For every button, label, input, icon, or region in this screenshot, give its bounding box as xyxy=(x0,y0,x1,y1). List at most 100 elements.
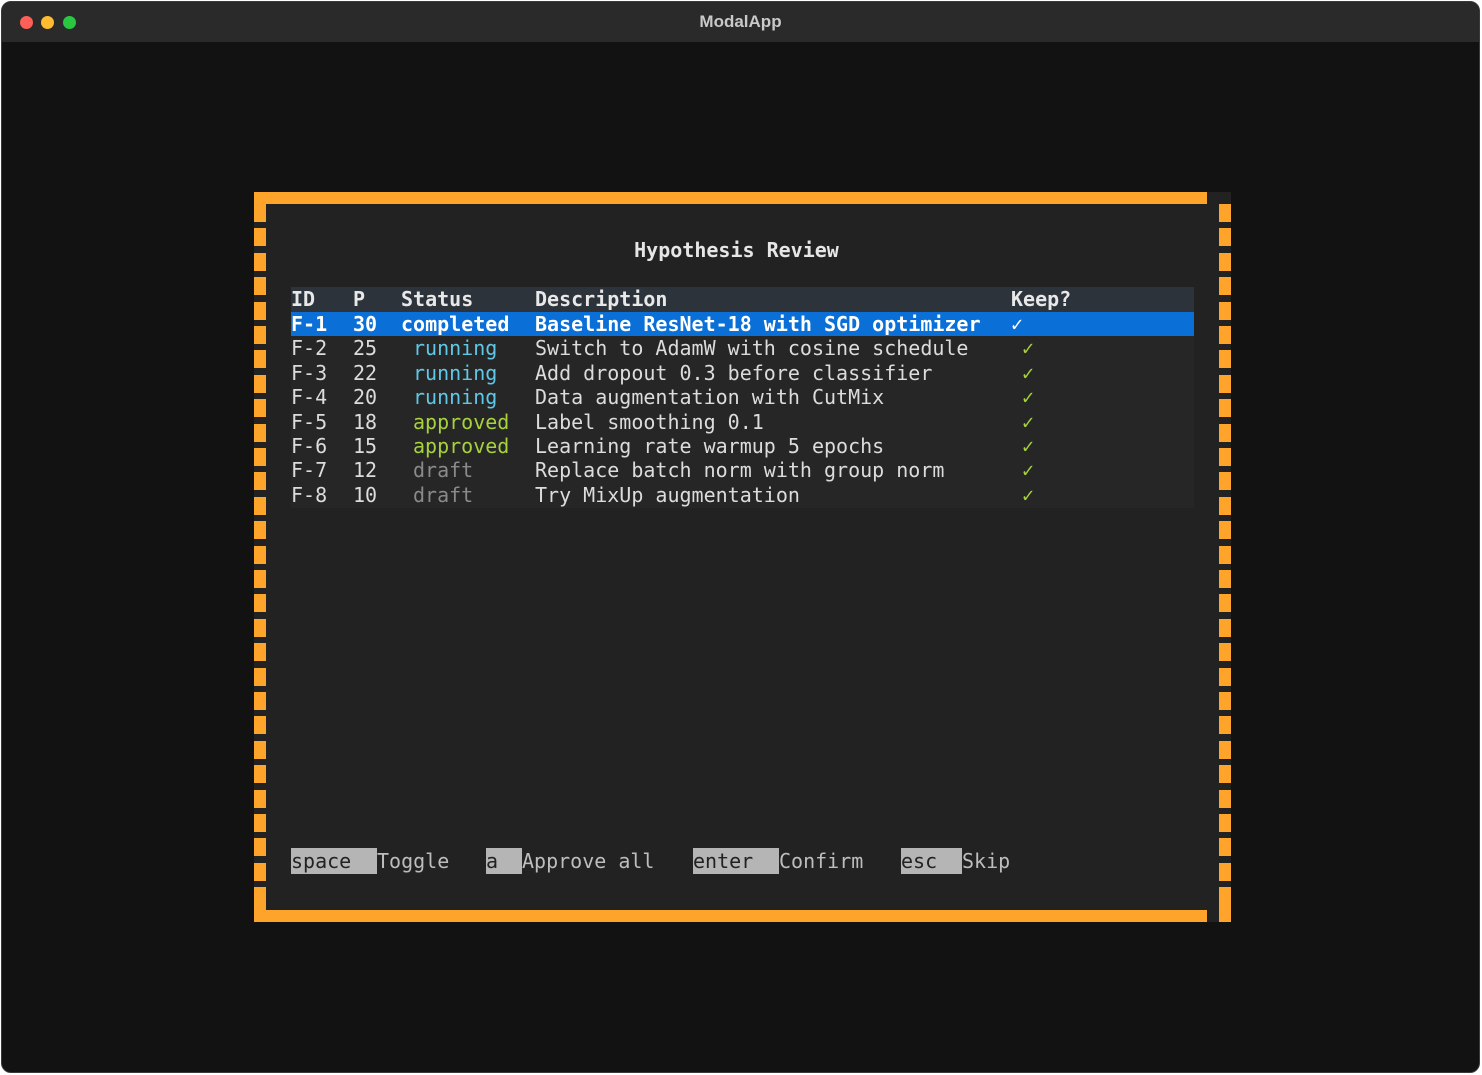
border-dash xyxy=(254,497,266,515)
modal-title: Hypothesis Review xyxy=(634,238,839,262)
row-id: F-6 xyxy=(291,434,328,458)
keybinding-label: Skip xyxy=(962,849,1011,873)
modal-border-top xyxy=(254,192,1207,204)
table-row[interactable]: F-1 30 completed Baseline ResNet-18 with SG… xyxy=(291,312,1194,336)
row-priority: 25 xyxy=(353,336,378,361)
border-dash xyxy=(254,399,266,417)
border-dash xyxy=(254,887,266,905)
border-dash xyxy=(1219,472,1231,490)
border-dash xyxy=(1219,277,1231,295)
border-dash xyxy=(254,741,266,759)
row-status: draft xyxy=(413,482,474,507)
table-row[interactable]: F-8 10 draft Try MixUp augmentation ✓ xyxy=(291,483,1194,507)
keep-checkbox[interactable]: ✓ xyxy=(1022,385,1034,409)
table-row[interactable]: F-4 20 running Data augmentation with CutMi… xyxy=(291,385,1194,409)
title-bar: ModalApp xyxy=(2,2,1479,42)
header-keep: Keep? xyxy=(1011,287,1072,311)
header-priority: P xyxy=(353,287,366,311)
border-dash xyxy=(254,424,266,442)
keycap-a[interactable]: a xyxy=(486,848,522,874)
hypothesis-table: ID P Status Description Keep? F-1 30 compl… xyxy=(291,287,1194,508)
row-description: Label smoothing 0.1 xyxy=(535,409,764,434)
keycap-esc[interactable]: esc xyxy=(901,848,962,874)
modal-border-bottom xyxy=(254,910,1207,922)
row-description: Baseline ResNet-18 with SGD optimizer xyxy=(535,312,981,336)
keep-checkbox[interactable]: ✓ xyxy=(1022,434,1034,458)
border-dash xyxy=(254,204,266,222)
border-dash xyxy=(254,570,266,588)
row-description: Data augmentation with CutMix xyxy=(535,385,885,410)
row-id: F-4 xyxy=(291,385,328,410)
table-row[interactable]: F-2 25 running Switch to AdamW with cosine … xyxy=(291,336,1194,360)
border-dash xyxy=(1219,497,1231,515)
keep-checkbox[interactable]: ✓ xyxy=(1022,361,1034,385)
app-window: ModalApp Hypothesis Review ID P Status D… xyxy=(1,1,1480,1073)
border-dash xyxy=(254,692,266,710)
row-id: F-3 xyxy=(291,360,328,385)
row-status: approved xyxy=(413,409,510,434)
border-dash xyxy=(254,350,266,368)
row-description: Add dropout 0.3 before classifier xyxy=(535,360,933,385)
border-dash xyxy=(1219,448,1231,466)
border-dash xyxy=(1219,668,1231,686)
keycap-space[interactable]: space xyxy=(291,848,377,874)
border-dash xyxy=(254,643,266,661)
border-dash xyxy=(1219,326,1231,344)
keycap-enter[interactable]: enter xyxy=(693,848,779,874)
hypothesis-review-modal: Hypothesis Review ID P Status Descriptio… xyxy=(254,192,1231,922)
row-id: F-5 xyxy=(291,409,328,434)
keep-checkbox[interactable]: ✓ xyxy=(1022,458,1034,482)
row-description: Switch to AdamW with cosine schedule xyxy=(535,336,969,361)
table-header-row: ID P Status Description Keep? xyxy=(291,287,1194,312)
keep-checkbox[interactable]: ✓ xyxy=(1022,483,1034,507)
header-description: Description xyxy=(535,287,668,311)
row-id: F-2 xyxy=(291,336,328,361)
border-dash xyxy=(1219,643,1231,661)
row-description: Learning rate warmup 5 epochs xyxy=(535,434,885,458)
border-dash xyxy=(1219,904,1231,922)
border-dash xyxy=(254,277,266,295)
border-dash xyxy=(1219,619,1231,637)
row-priority: 30 xyxy=(353,312,378,336)
header-status: Status xyxy=(401,287,474,311)
border-dash xyxy=(1219,570,1231,588)
border-dash xyxy=(1219,765,1231,783)
border-dash xyxy=(1219,887,1231,905)
border-dash xyxy=(254,619,266,637)
row-status: running xyxy=(413,360,498,385)
border-dash xyxy=(1219,375,1231,393)
row-id: F-7 xyxy=(291,458,328,483)
row-status: approved xyxy=(413,434,510,458)
border-dash xyxy=(254,448,266,466)
border-dash xyxy=(254,863,266,881)
border-dash xyxy=(1219,521,1231,539)
table-row[interactable]: F-5 18 approved Label smoothing 0.1 ✓ xyxy=(291,410,1194,434)
border-dash xyxy=(254,302,266,320)
keybinding-label: Approve all xyxy=(522,849,655,873)
border-dash xyxy=(1219,863,1231,881)
border-dash xyxy=(1219,790,1231,808)
header-id: ID xyxy=(291,287,316,311)
border-dash xyxy=(1219,546,1231,564)
border-dash xyxy=(254,668,266,686)
table-row[interactable]: F-3 22 running Add dropout 0.3 before class… xyxy=(291,361,1194,385)
row-priority: 22 xyxy=(353,360,378,385)
border-dash xyxy=(254,546,266,564)
border-dash xyxy=(1219,716,1231,734)
keep-checkbox[interactable]: ✓ xyxy=(1011,312,1023,336)
table-row[interactable]: F-7 12 draft Replace batch norm with group … xyxy=(291,458,1194,482)
border-dash xyxy=(254,375,266,393)
border-dash xyxy=(1219,302,1231,320)
table-row[interactable]: F-6 15 approved Learning rate warmup 5 epoc… xyxy=(291,434,1194,458)
border-dash xyxy=(254,838,266,856)
border-dash xyxy=(254,716,266,734)
border-dash xyxy=(254,472,266,490)
row-status: draft xyxy=(413,458,474,483)
keep-checkbox[interactable]: ✓ xyxy=(1022,336,1034,360)
border-dash xyxy=(1219,692,1231,710)
terminal-area: Hypothesis Review ID P Status Descriptio… xyxy=(10,42,1473,1065)
keep-checkbox[interactable]: ✓ xyxy=(1022,410,1034,434)
border-dash xyxy=(1219,838,1231,856)
window-title: ModalApp xyxy=(699,12,782,31)
border-dash xyxy=(1219,204,1231,222)
